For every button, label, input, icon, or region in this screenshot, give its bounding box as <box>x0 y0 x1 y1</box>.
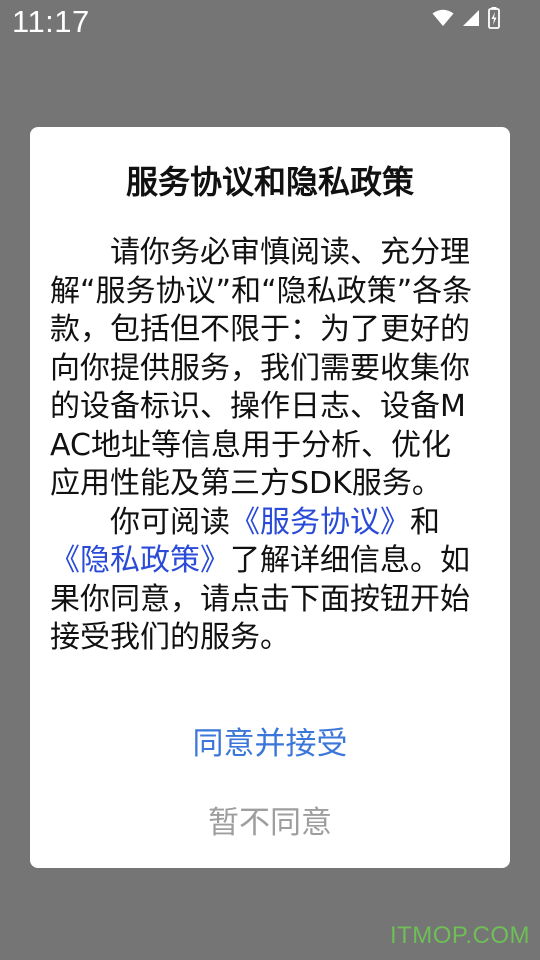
status-time: 11:17 <box>12 4 90 39</box>
watermark: ITMOP.COM <box>389 922 530 949</box>
status-bar: 11:17 <box>0 0 540 44</box>
dialog-body: 请你务必审慎阅读、充分理解“服务协议”和“隐私政策”各条款，包括但不限于：为了更… <box>50 234 474 658</box>
agree-button[interactable]: 同意并接受 <box>30 712 510 768</box>
privacy-policy-link[interactable]: 《隐私政策》 <box>50 543 230 578</box>
cellular-signal-icon <box>462 9 480 27</box>
status-icons <box>432 6 500 30</box>
dialog-paragraph-2: 你可阅读《服务协议》和《隐私政策》了解详细信息。如果你同意，请点击下面按钮开始接… <box>50 504 474 658</box>
service-agreement-link[interactable]: 《服务协议》 <box>230 505 410 540</box>
dialog-title: 服务协议和隐私政策 <box>125 163 414 201</box>
disagree-button[interactable]: 暂不同意 <box>30 791 510 847</box>
wifi-icon <box>432 9 454 27</box>
battery-charging-icon <box>488 7 500 29</box>
dialog-paragraph-1: 请你务必审慎阅读、充分理解“服务协议”和“隐私政策”各条款，包括但不限于：为了更… <box>50 235 473 501</box>
paragraph-2-prefix: 你可阅读 <box>110 504 230 540</box>
paragraph-2-and: 和 <box>410 504 440 540</box>
